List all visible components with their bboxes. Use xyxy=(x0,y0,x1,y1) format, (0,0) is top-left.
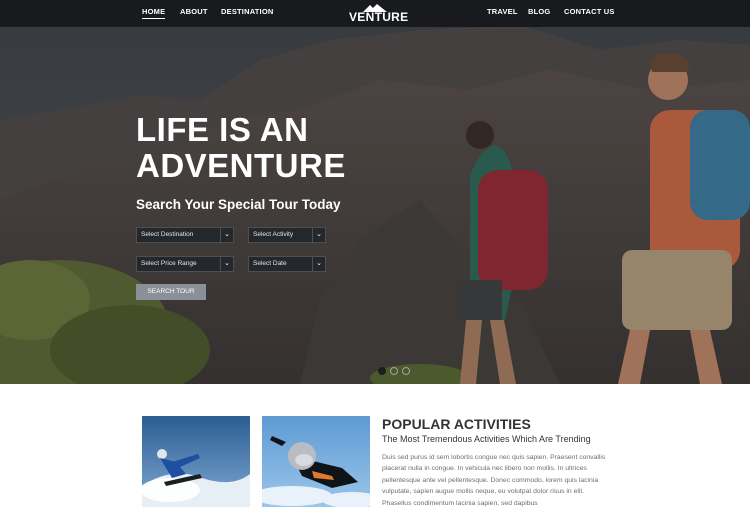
search-tour-button[interactable]: SEARCH TOUR xyxy=(136,284,206,300)
slider-dot-1[interactable] xyxy=(378,367,386,375)
price-range-select[interactable]: Select Price Range ⌄ xyxy=(136,256,234,272)
slider-dot-2[interactable] xyxy=(390,367,398,375)
hero-title-line1: LIFE IS AN xyxy=(136,111,309,148)
activity-select[interactable]: Select Activity ⌄ xyxy=(248,227,326,243)
snowboard-photo[interactable] xyxy=(142,416,250,507)
hero-title-line2: ADVENTURE xyxy=(136,147,346,184)
logo-text: VENTURE xyxy=(349,10,409,24)
nav-destination[interactable]: DESTINATION xyxy=(221,7,273,16)
chevron-down-icon: ⌄ xyxy=(312,257,325,271)
nav-home[interactable]: HOME xyxy=(142,7,166,19)
chevron-down-icon: ⌄ xyxy=(220,257,233,271)
site-logo[interactable]: VENTURE xyxy=(349,4,409,24)
price-range-select-label: Select Price Range xyxy=(141,260,197,267)
top-navbar: HOME ABOUT DESTINATION VENTURE TRAVEL BL… xyxy=(0,0,750,27)
popular-activities-title: POPULAR ACTIVITIES xyxy=(382,416,531,432)
skydiving-image xyxy=(262,416,370,507)
destination-select-label: Select Destination xyxy=(141,231,194,238)
slider-dot-3[interactable] xyxy=(402,367,410,375)
chevron-down-icon: ⌄ xyxy=(312,228,325,242)
hero-section: HOME ABOUT DESTINATION VENTURE TRAVEL BL… xyxy=(0,0,750,384)
date-select[interactable]: Select Date ⌄ xyxy=(248,256,326,272)
snowboard-image xyxy=(142,416,250,507)
chevron-down-icon: ⌄ xyxy=(220,228,233,242)
hero-background-image xyxy=(0,0,750,384)
nav-contact[interactable]: CONTACT US xyxy=(564,7,615,16)
date-select-label: Select Date xyxy=(253,260,287,267)
nav-about[interactable]: ABOUT xyxy=(180,7,208,16)
hero-title: LIFE IS AN ADVENTURE xyxy=(136,112,366,184)
destination-select[interactable]: Select Destination ⌄ xyxy=(136,227,234,243)
hero-subtitle: Search Your Special Tour Today xyxy=(136,197,341,212)
activity-select-label: Select Activity xyxy=(253,231,294,238)
nav-blog[interactable]: BLOG xyxy=(528,7,550,16)
popular-activities-body: Duis sed purus id sem lobortis congue ne… xyxy=(382,454,606,507)
nav-travel[interactable]: TRAVEL xyxy=(487,7,518,16)
popular-activities-subtitle: The Most Tremendous Activities Which Are… xyxy=(382,434,591,444)
skydiving-photo[interactable] xyxy=(262,416,370,507)
